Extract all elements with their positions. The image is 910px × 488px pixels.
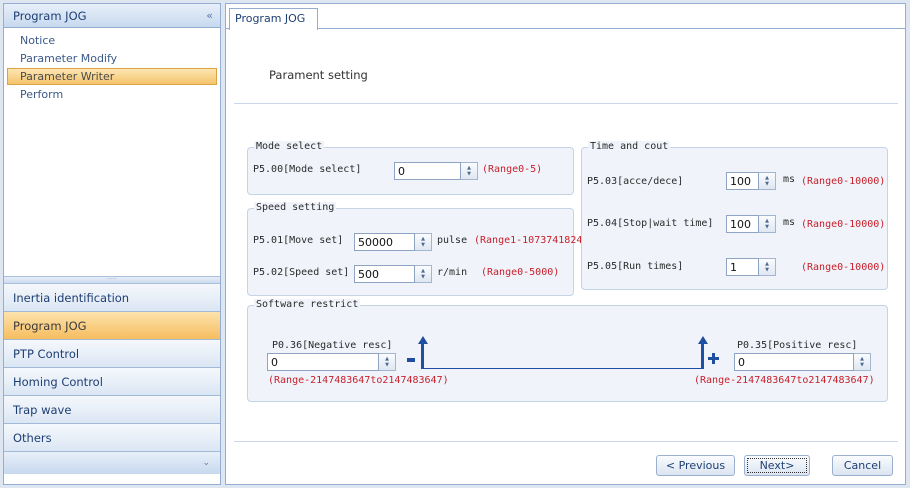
group-title: Time and cout bbox=[588, 141, 671, 152]
tab-strip: Program JOG bbox=[226, 4, 905, 30]
stop-wait-unit: ms bbox=[783, 217, 796, 228]
group-title: Speed setting bbox=[254, 202, 337, 213]
spin-arrows-icon[interactable]: ▲ ▼ bbox=[415, 233, 432, 251]
negative-limit-marker bbox=[421, 342, 424, 369]
run-times-range: (Range0-10000) bbox=[801, 262, 886, 273]
move-set-unit: pulse bbox=[437, 235, 468, 246]
acce-dece-spinner: ▲▼ bbox=[726, 172, 776, 190]
plus-icon bbox=[708, 353, 719, 364]
mode-select-input[interactable] bbox=[394, 162, 461, 180]
travel-range-line bbox=[422, 368, 701, 369]
pane-footer: ⌄ bbox=[4, 452, 220, 474]
stop-wait-spinner: ▲▼ bbox=[726, 215, 776, 233]
sub-item-list: Notice Parameter Modify Parameter Writer… bbox=[4, 28, 220, 276]
negative-resc-label: P0.36[Negative resc] bbox=[272, 340, 393, 351]
spin-arrows-icon[interactable]: ▲ ▼ bbox=[379, 353, 396, 371]
stop-wait-input[interactable] bbox=[726, 215, 759, 233]
move-set-input[interactable] bbox=[354, 233, 415, 251]
divider-top bbox=[234, 103, 898, 104]
spin-arrows-icon[interactable]: ▲ ▼ bbox=[415, 265, 432, 283]
speed-set-spinner: ▲▼ bbox=[354, 265, 432, 283]
run-times-label: P5.05[Run times] bbox=[587, 261, 684, 272]
move-set-range: (Range1-1073741824) bbox=[474, 235, 589, 246]
group-title: Mode select bbox=[254, 141, 325, 152]
sub-item-parameter-writer[interactable]: Parameter Writer bbox=[7, 68, 217, 85]
chevron-down-icon[interactable]: ⌄ bbox=[202, 458, 210, 468]
spin-arrows-icon[interactable]: ▲ ▼ bbox=[854, 353, 871, 371]
software-restrict-group: Software restrict P0.36[Negative resc] ▲… bbox=[247, 299, 888, 402]
mode-select-group: Mode select P5.00[Mode select] ▲▼ (Range… bbox=[247, 141, 574, 195]
spin-arrows-icon[interactable]: ▲ ▼ bbox=[461, 162, 478, 180]
negative-resc-range: (Range-2147483647to2147483647) bbox=[268, 375, 449, 386]
speed-setting-group: Speed setting P5.01[Move set] ▲▼ pulse (… bbox=[247, 202, 588, 296]
negative-resc-spinner: ▲▼ bbox=[267, 353, 396, 371]
sub-item-perform[interactable]: Perform bbox=[7, 86, 217, 103]
mode-select-spinner: ▲▼ bbox=[394, 162, 478, 180]
positive-resc-label: P0.35[Positive resc] bbox=[737, 340, 858, 351]
pane-title: Program JOG bbox=[13, 8, 87, 23]
move-set-spinner: ▲▼ bbox=[354, 233, 432, 251]
nav-others[interactable]: Others bbox=[4, 424, 220, 452]
section-title: Parament setting bbox=[269, 68, 368, 82]
arrow-up-icon bbox=[697, 336, 708, 344]
sub-item-notice[interactable]: Notice bbox=[7, 32, 217, 49]
positive-resc-input[interactable] bbox=[734, 353, 854, 371]
acce-dece-range: (Range0-10000) bbox=[801, 176, 886, 187]
run-times-spinner: ▲▼ bbox=[726, 258, 776, 276]
next-button[interactable]: Next> bbox=[744, 455, 810, 476]
negative-resc-input[interactable] bbox=[267, 353, 379, 371]
stop-wait-range: (Range0-10000) bbox=[801, 219, 886, 230]
speed-set-unit: r/min bbox=[437, 267, 468, 278]
group-title: Software restrict bbox=[254, 299, 361, 310]
positive-resc-range: (Range-2147483647to2147483647) bbox=[694, 375, 875, 386]
speed-set-label: P5.02[Speed set] bbox=[253, 267, 350, 278]
minus-icon bbox=[407, 358, 415, 362]
collapse-icon[interactable]: « bbox=[206, 9, 213, 22]
previous-button[interactable]: < Previous bbox=[656, 455, 735, 476]
sub-item-parameter-modify[interactable]: Parameter Modify bbox=[7, 50, 217, 67]
nav-trap-wave[interactable]: Trap wave bbox=[4, 396, 220, 424]
nav-inertia-identification[interactable]: Inertia identification bbox=[4, 284, 220, 312]
nav-ptp-control[interactable]: PTP Control bbox=[4, 340, 220, 368]
time-count-group: Time and cout P5.03[acce/dece] ▲▼ ms (Ra… bbox=[581, 141, 888, 290]
cancel-button[interactable]: Cancel bbox=[832, 455, 893, 476]
speed-set-range: (Range0-5000) bbox=[481, 267, 560, 278]
tab-program-jog[interactable]: Program JOG bbox=[229, 8, 318, 30]
navigation-pane: Program JOG « Notice Parameter Modify Pa… bbox=[3, 3, 221, 485]
positive-resc-spinner: ▲▼ bbox=[734, 353, 871, 371]
stop-wait-label: P5.04[Stop|wait time] bbox=[587, 218, 714, 229]
spin-arrows-icon[interactable]: ▲ ▼ bbox=[759, 172, 776, 190]
mode-select-range: (Range0-5) bbox=[482, 164, 543, 175]
pane-splitter[interactable]: ····· bbox=[4, 276, 220, 284]
nav-program-jog[interactable]: Program JOG bbox=[4, 312, 220, 340]
arrow-up-icon bbox=[417, 336, 428, 344]
acce-dece-label: P5.03[acce/dece] bbox=[587, 176, 684, 187]
main-panel: Program JOG Parament setting Mode select… bbox=[225, 3, 906, 485]
spin-arrows-icon[interactable]: ▲ ▼ bbox=[759, 215, 776, 233]
nav-homing-control[interactable]: Homing Control bbox=[4, 368, 220, 396]
divider-bottom bbox=[234, 441, 898, 442]
spin-arrows-icon[interactable]: ▲ ▼ bbox=[759, 258, 776, 276]
run-times-input[interactable] bbox=[726, 258, 759, 276]
acce-dece-input[interactable] bbox=[726, 172, 759, 190]
pane-header: Program JOG « bbox=[4, 4, 220, 28]
mode-select-label: P5.00[Mode select] bbox=[253, 164, 362, 175]
acce-dece-unit: ms bbox=[783, 174, 796, 185]
move-set-label: P5.01[Move set] bbox=[253, 235, 344, 246]
positive-limit-marker bbox=[701, 342, 704, 369]
speed-set-input[interactable] bbox=[354, 265, 415, 283]
